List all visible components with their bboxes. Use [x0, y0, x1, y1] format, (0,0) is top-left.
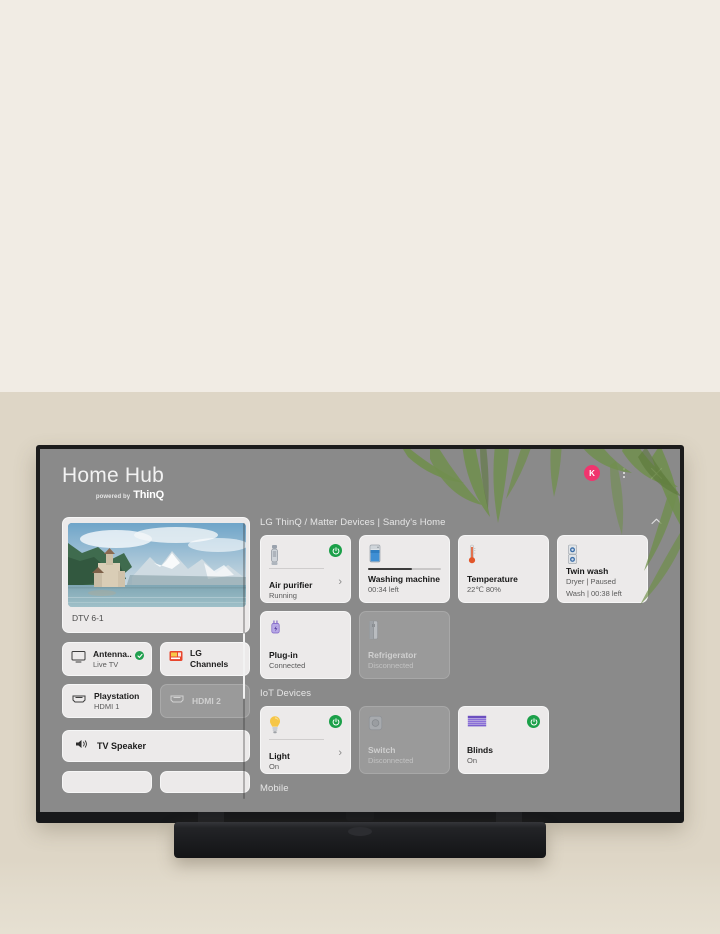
card-title: Twin wash: [566, 566, 609, 576]
scrollbar-thumb[interactable]: [243, 633, 245, 699]
card-title: Switch: [368, 744, 396, 755]
now-playing-label: DTV 6-1: [72, 613, 104, 623]
thinq-card-grid: Air purifier Running › Washing machine 0…: [260, 535, 664, 679]
floor: [0, 860, 720, 934]
section-header-mobile: Mobile: [260, 783, 664, 794]
section-title: IoT Devices: [260, 688, 312, 699]
chevron-right-icon[interactable]: ›: [338, 577, 342, 588]
iot-card-grid: Light On › Switch Disconnected Blinds On: [260, 706, 664, 774]
section-header-iot: IoT Devices: [260, 688, 664, 699]
sidebar-item-tv-speaker[interactable]: TV Speaker: [62, 730, 250, 762]
device-card-plug-in[interactable]: Plug-in Connected: [260, 611, 351, 679]
power-toggle[interactable]: [329, 544, 342, 557]
card-status: Running: [269, 590, 297, 600]
close-icon[interactable]: [648, 465, 664, 481]
speaker-icon: [75, 737, 89, 755]
twin-wash-icon: [566, 544, 639, 566]
wall-upper: [0, 0, 720, 392]
device-card-switch[interactable]: Switch Disconnected: [359, 706, 450, 774]
device-card-air-purifier[interactable]: Air purifier Running ›: [260, 535, 351, 603]
chevron-up-icon[interactable]: [649, 517, 664, 528]
tv-icon: [71, 650, 86, 668]
card-status: Dryer | Paused: [566, 577, 616, 586]
sidebar-item-sub: Live TV: [93, 659, 119, 669]
sidebar-item-sub: HDMI 1: [94, 701, 120, 711]
hdmi-icon: [71, 692, 87, 710]
thinq-brand: ThinQ: [133, 489, 164, 501]
brand-lockup: powered by ThinQ: [62, 489, 164, 501]
section-title: LG ThinQ / Matter Devices | Sandy's Home: [260, 517, 446, 528]
card-status: Connected: [269, 660, 306, 670]
card-title: Plug-in: [269, 649, 298, 660]
landscape-photo: [68, 523, 246, 607]
sidebar-item-peek[interactable]: [62, 771, 152, 793]
more-vertical-icon[interactable]: [616, 465, 632, 481]
input-grid: Antenna.. Live TV LG Channels Playstatio…: [62, 642, 252, 718]
card-status: On: [269, 761, 280, 771]
sidebar-item-lg-channels[interactable]: LG Channels: [160, 642, 250, 676]
card-status: Disconnected: [368, 660, 414, 670]
room-scene: Home Hub powered by ThinQ K DTV 6-1 Ante…: [0, 0, 720, 934]
soundbar-indicator: [348, 827, 372, 836]
card-divider: [269, 739, 324, 740]
sidebar-item-label: TV Speaker: [97, 741, 147, 751]
progress-bar: [368, 568, 441, 570]
device-card-washing-machine[interactable]: Washing machine 00:34 left: [359, 535, 450, 603]
card-status: 22℃ 80%: [467, 584, 501, 594]
plug-icon: [269, 620, 342, 642]
sidebar-peek-row: [62, 771, 252, 793]
lg-channels-icon: [169, 650, 183, 668]
check-icon: [135, 651, 144, 660]
device-card-refrigerator[interactable]: Refrigerator Disconnected: [359, 611, 450, 679]
app-body: DTV 6-1 Antenna.. Live TV LG Channels Pl…: [40, 511, 680, 816]
section-title: Mobile: [260, 783, 289, 794]
refrigerator-icon: [368, 620, 441, 642]
power-toggle[interactable]: [329, 715, 342, 728]
app-header: Home Hub powered by ThinQ K: [40, 449, 680, 511]
section-header-thinq: LG ThinQ / Matter Devices | Sandy's Home: [260, 517, 664, 528]
header-actions: K: [584, 465, 664, 481]
card-status: On: [467, 755, 478, 765]
sidebar-item-antenna[interactable]: Antenna.. Live TV: [62, 642, 152, 676]
now-playing-card[interactable]: DTV 6-1: [62, 517, 250, 633]
card-status-secondary: Wash | 00:38 left: [566, 588, 622, 598]
soundbar: [174, 822, 546, 858]
tv-sensor-nub: [346, 812, 374, 821]
title-block: Home Hub powered by ThinQ: [62, 463, 164, 501]
progress-fill: [368, 568, 412, 570]
sidebar-item-label: LG Channels: [190, 648, 229, 669]
card-title: Refrigerator: [368, 649, 417, 660]
card-status: 00:34 left: [368, 584, 399, 594]
sidebar-item-label: HDMI 2: [192, 695, 221, 706]
chevron-right-icon[interactable]: ›: [338, 748, 342, 759]
device-card-twin-wash[interactable]: Twin wash Dryer | Paused Wash | 00:38 le…: [557, 535, 648, 603]
device-card-temperature[interactable]: Temperature 22℃ 80%: [458, 535, 549, 603]
sidebar: DTV 6-1 Antenna.. Live TV LG Channels Pl…: [40, 511, 252, 816]
thermometer-icon: [467, 544, 540, 566]
sidebar-item-playstation[interactable]: Playstation HDMI 1: [62, 684, 152, 718]
tv-screen: Home Hub powered by ThinQ K DTV 6-1 Ante…: [40, 449, 680, 816]
avatar[interactable]: K: [584, 465, 600, 481]
card-title: Blinds: [467, 744, 493, 755]
card-title: Washing machine: [368, 573, 440, 584]
television: Home Hub powered by ThinQ K DTV 6-1 Ante…: [36, 445, 684, 820]
sidebar-item-label: Playstation: [94, 690, 140, 701]
card-title: Temperature: [467, 573, 518, 584]
sidebar-item-label: Antenna..: [93, 648, 132, 659]
switch-icon: [368, 715, 441, 737]
sidebar-item-peek[interactable]: [160, 771, 250, 793]
power-toggle[interactable]: [527, 715, 540, 728]
card-title: Light: [269, 750, 290, 761]
card-divider: [269, 568, 324, 569]
powered-by-label: powered by: [95, 494, 131, 500]
page-title: Home Hub: [62, 464, 164, 487]
hdmi-icon: [169, 692, 185, 710]
washing-machine-icon: [368, 544, 441, 566]
card-title: Air purifier: [269, 579, 313, 590]
device-content: LG ThinQ / Matter Devices | Sandy's Home: [252, 511, 680, 816]
device-card-light[interactable]: Light On ›: [260, 706, 351, 774]
sidebar-item-hdmi2[interactable]: HDMI 2: [160, 684, 250, 718]
device-card-blinds[interactable]: Blinds On: [458, 706, 549, 774]
card-status: Disconnected: [368, 755, 414, 765]
